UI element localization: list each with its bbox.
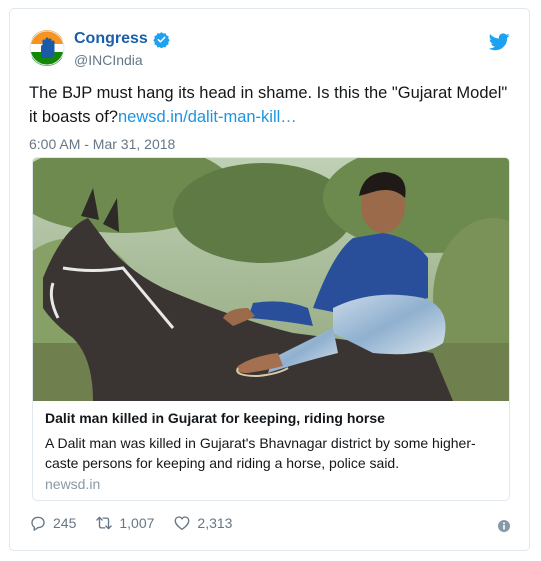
author-name-row: Congress [74,30,170,48]
tweet-timestamp[interactable]: 6:00 AM - Mar 31, 2018 [29,136,175,152]
info-icon[interactable] [498,519,510,532]
card-domain: newsd.in [45,476,101,492]
tweet-link[interactable]: newsd.in/dalit-man-kill… [118,108,297,126]
card-description: A Dalit man was killed in Gujarat's Bhav… [45,435,476,471]
card-title: Dalit man killed in Gujarat for keeping,… [45,410,385,426]
congress-hand-logo-icon [29,30,65,66]
like-count: 2,313 [197,515,233,531]
reply-icon [31,516,45,531]
embedded-tweet: Congress @INCIndia The BJP must hang its… [9,8,530,551]
twitter-bird-icon[interactable] [488,33,510,51]
retweet-button[interactable]: 1,007 [95,514,154,532]
author-handle[interactable]: @INCIndia [74,52,143,68]
reply-button[interactable]: 245 [29,514,76,532]
tweet-text: The BJP must hang its head in shame. Is … [29,81,515,129]
avatar[interactable] [29,30,65,66]
retweet-count: 1,007 [119,515,155,531]
link-card[interactable]: Dalit man killed in Gujarat for keeping,… [32,157,510,501]
retweet-icon [96,516,113,530]
reply-count: 245 [53,515,77,531]
author-display-name[interactable]: Congress [74,30,148,48]
heart-icon [174,516,190,531]
verified-badge-icon [153,31,170,48]
like-button[interactable]: 2,313 [173,514,232,532]
tweet-actions: 245 1,007 2,313 [29,514,251,532]
card-image [33,158,509,401]
